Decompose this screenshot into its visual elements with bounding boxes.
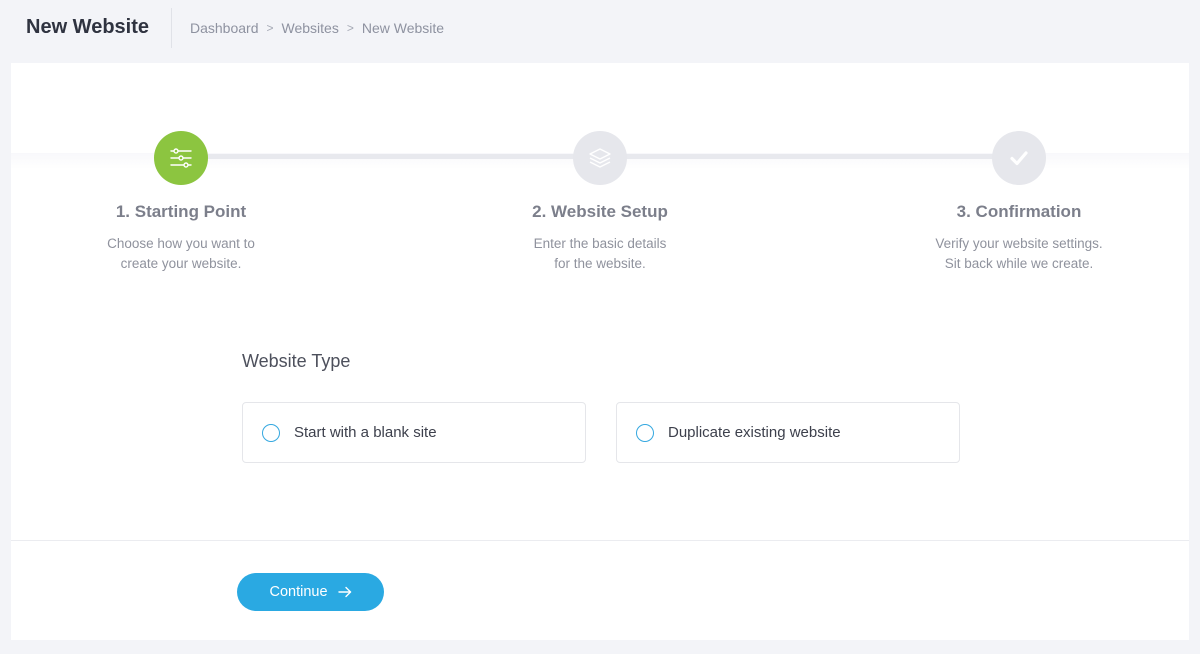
- header-divider: [171, 8, 172, 48]
- step-3-title: 3. Confirmation: [956, 202, 1082, 221]
- top-bar: New Website Dashboard > Websites > New W…: [0, 0, 1200, 56]
- breadcrumb-chevron-icon: >: [266, 21, 274, 35]
- step-confirmation[interactable]: 3. Confirmation Verify your website sett…: [849, 131, 1189, 274]
- step-starting-point[interactable]: 1. Starting Point Choose how you want to…: [11, 131, 351, 274]
- step-1-desc-line: Choose how you want to: [107, 236, 255, 251]
- step-1-description: Choose how you want to create your websi…: [11, 234, 351, 274]
- step-3-desc-line: Verify your website settings.: [935, 236, 1103, 251]
- continue-button[interactable]: Continue: [237, 573, 384, 611]
- layers-icon: [589, 148, 611, 168]
- radio-duplicate-website[interactable]: [636, 423, 654, 442]
- breadcrumb-websites[interactable]: Websites: [282, 20, 339, 36]
- step-1-circle: [154, 131, 208, 185]
- step-2-desc-line: for the website.: [554, 256, 646, 271]
- website-type-heading: Website Type: [242, 351, 351, 371]
- step-1-desc-line: create your website.: [120, 256, 242, 271]
- step-website-setup[interactable]: 2. Website Setup Enter the basic details…: [430, 131, 770, 274]
- option-duplicate-website-label: Duplicate existing website: [668, 424, 841, 441]
- option-blank-site-label: Start with a blank site: [294, 424, 437, 441]
- option-blank-site[interactable]: Start with a blank site: [242, 402, 586, 463]
- step-3-desc-line: Sit back while we create.: [944, 256, 1094, 271]
- step-2-title: 2. Website Setup: [532, 202, 668, 221]
- continue-button-label: Continue: [269, 584, 328, 600]
- sliders-icon: [170, 148, 192, 168]
- step-2-description: Enter the basic details for the website.: [430, 234, 770, 274]
- step-3-circle: [992, 131, 1046, 185]
- step-3-description: Verify your website settings. Sit back w…: [849, 234, 1189, 274]
- breadcrumb-current: New Website: [361, 20, 445, 36]
- page-title: New Website: [26, 16, 149, 38]
- footer-divider: [11, 540, 1189, 541]
- breadcrumb: Dashboard > Websites > New Website: [190, 20, 444, 36]
- step-1-title: 1. Starting Point: [115, 202, 247, 221]
- breadcrumb-dashboard[interactable]: Dashboard: [190, 20, 259, 36]
- radio-blank-site[interactable]: [262, 423, 280, 442]
- step-2-desc-line: Enter the basic details: [533, 236, 667, 251]
- option-duplicate-website[interactable]: Duplicate existing website: [616, 402, 960, 463]
- step-2-circle: [573, 131, 627, 185]
- arrow-right-icon: [337, 585, 352, 599]
- wizard-card: 1. Starting Point Choose how you want to…: [11, 63, 1189, 640]
- checkmark-icon: [1010, 151, 1028, 166]
- breadcrumb-chevron-icon: >: [346, 21, 354, 35]
